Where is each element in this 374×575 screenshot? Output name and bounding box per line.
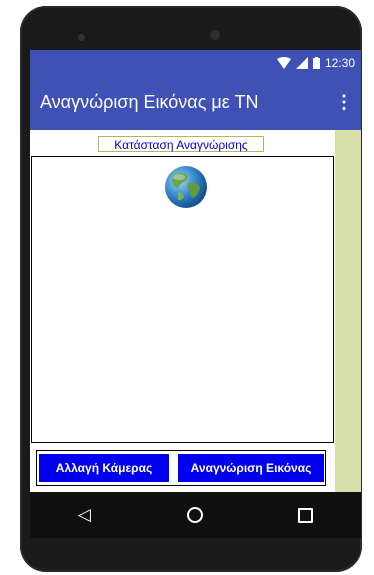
button-row: Αλλαγή Κάμερας Αναγνώριση Εικόνας (36, 450, 326, 486)
front-camera-dot (78, 34, 85, 41)
wifi-icon (276, 56, 291, 69)
back-icon[interactable]: ◁ (78, 505, 91, 525)
switch-camera-button[interactable]: Αλλαγή Κάμερας (39, 454, 169, 482)
app-screen: 12:30 Αναγνώριση Εικόνας με ΤΝ ⋮ Κατάστα… (30, 50, 361, 492)
globe-icon (165, 166, 207, 208)
recents-icon[interactable] (298, 507, 314, 523)
signal-icon (295, 56, 308, 69)
app-title: Αναγνώριση Εικόνας με ΤΝ (40, 92, 259, 112)
side-strip (335, 130, 361, 492)
recognition-status-label: Κατάσταση Αναγνώρισης (98, 136, 264, 152)
status-time: 12:30 (324, 55, 355, 70)
navigation-bar: ◁ (30, 492, 361, 538)
home-icon[interactable] (186, 507, 203, 523)
recognize-image-button[interactable]: Αναγνώριση Εικόνας (178, 454, 324, 482)
speaker-icon (210, 30, 220, 40)
app-bar: Αναγνώριση Εικόνας με ΤΝ ⋮ (30, 75, 361, 130)
battery-icon (312, 56, 320, 69)
content-area: Κατάσταση Αναγνώρισης Αλλαγή Κάμερας Ανα… (30, 130, 361, 492)
status-bar: 12:30 (30, 50, 361, 75)
image-preview-panel (31, 156, 334, 443)
overflow-menu-icon[interactable]: ⋮ (335, 92, 353, 113)
